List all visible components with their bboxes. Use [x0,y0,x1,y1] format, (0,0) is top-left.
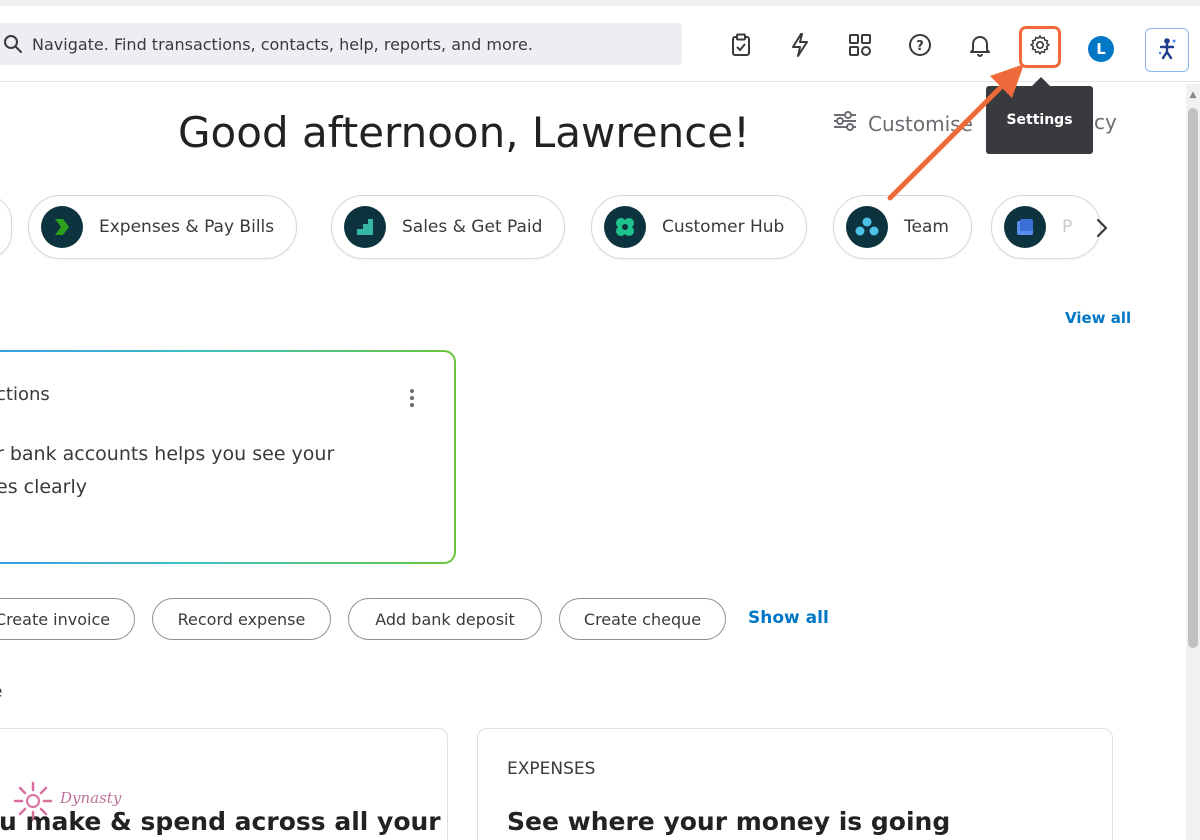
expenses-card-heading: See where your money is going [507,807,951,836]
card-description-line1: r bank accounts helps you see your [0,443,335,465]
record-expense-button[interactable]: Record expense [152,598,331,640]
add-bank-deposit-button[interactable]: Add bank deposit [348,598,542,640]
global-search[interactable] [0,23,682,65]
customise-label: Customise [868,111,973,136]
chip-label: Expenses & Pay Bills [99,217,275,237]
apps-grid-icon[interactable] [843,28,877,62]
sparkle-person-icon [1154,35,1180,65]
folder-icon [1004,206,1046,248]
bank-connections-card: ctions r bank accounts helps you see you… [0,350,456,564]
customise-link[interactable]: Customise [832,110,973,137]
section-label: e [0,682,2,702]
expenses-chevron-icon [41,206,83,248]
card-description: r bank accounts helps you see your es cl… [0,438,416,504]
card-description-line2: es clearly [0,476,88,498]
team-people-icon [846,206,888,248]
chip-sales-get-paid[interactable]: Sales & Get Paid [331,195,566,259]
search-input[interactable] [32,34,632,54]
watermark: Dynasty [12,780,121,826]
sliders-icon [832,110,858,137]
expenses-card-eyebrow: EXPENSES [507,759,596,779]
chip-truncated[interactable]: P [991,195,1101,259]
card-title: ctions [0,384,50,405]
chip-label: Sales & Get Paid [402,217,543,237]
create-cheque-button[interactable]: Create cheque [559,598,726,640]
svg-text:?: ? [916,39,924,54]
app-page: ? L Settings ▲ Good afternoon, Lawrence!… [0,0,1200,840]
bell-icon[interactable] [963,28,997,62]
sunburst-logo-icon [12,780,54,826]
scroll-up-icon[interactable]: ▲ [1188,90,1198,100]
more-options-icon[interactable] [402,386,422,410]
watermark-text: Dynasty [60,789,122,807]
settings-button[interactable] [1019,26,1061,68]
assistant-button[interactable] [1145,28,1189,72]
search-icon [2,33,24,55]
view-all-link[interactable]: View all [1065,309,1131,327]
greeting-heading: Good afternoon, Lawrence! [178,108,750,157]
gear-icon [1029,34,1051,60]
sales-stairs-icon [344,206,386,248]
top-nav-bar: ? L [0,6,1200,82]
chip-label: Team [904,217,949,237]
chip-team[interactable]: Team [833,195,972,259]
help-icon[interactable]: ? [903,28,937,62]
chip-customer-hub[interactable]: Customer Hub [591,195,808,259]
chip-expenses-pay-bills[interactable]: Expenses & Pay Bills [28,195,298,259]
chip-label: P [1062,217,1073,237]
show-all-link[interactable]: Show all [748,608,829,628]
card-body-container: ctions r bank accounts helps you see you… [0,352,454,562]
customer-hub-clover-icon [604,206,646,248]
settings-tooltip: Settings [986,77,1093,154]
chip-label: Customer Hub [662,217,785,237]
privacy-link[interactable]: cy [1094,110,1117,134]
create-invoice-button[interactable]: Create invoice [0,598,135,640]
clipboard-check-icon[interactable] [724,28,758,62]
scrollbar-thumb[interactable] [1188,108,1198,648]
lightning-icon[interactable] [783,28,817,62]
chevron-right-icon[interactable] [1090,214,1114,242]
chip-hidden-left[interactable] [0,195,12,259]
user-avatar[interactable]: L [1088,36,1114,62]
expenses-card[interactable]: EXPENSES See where your money is going [477,728,1113,840]
